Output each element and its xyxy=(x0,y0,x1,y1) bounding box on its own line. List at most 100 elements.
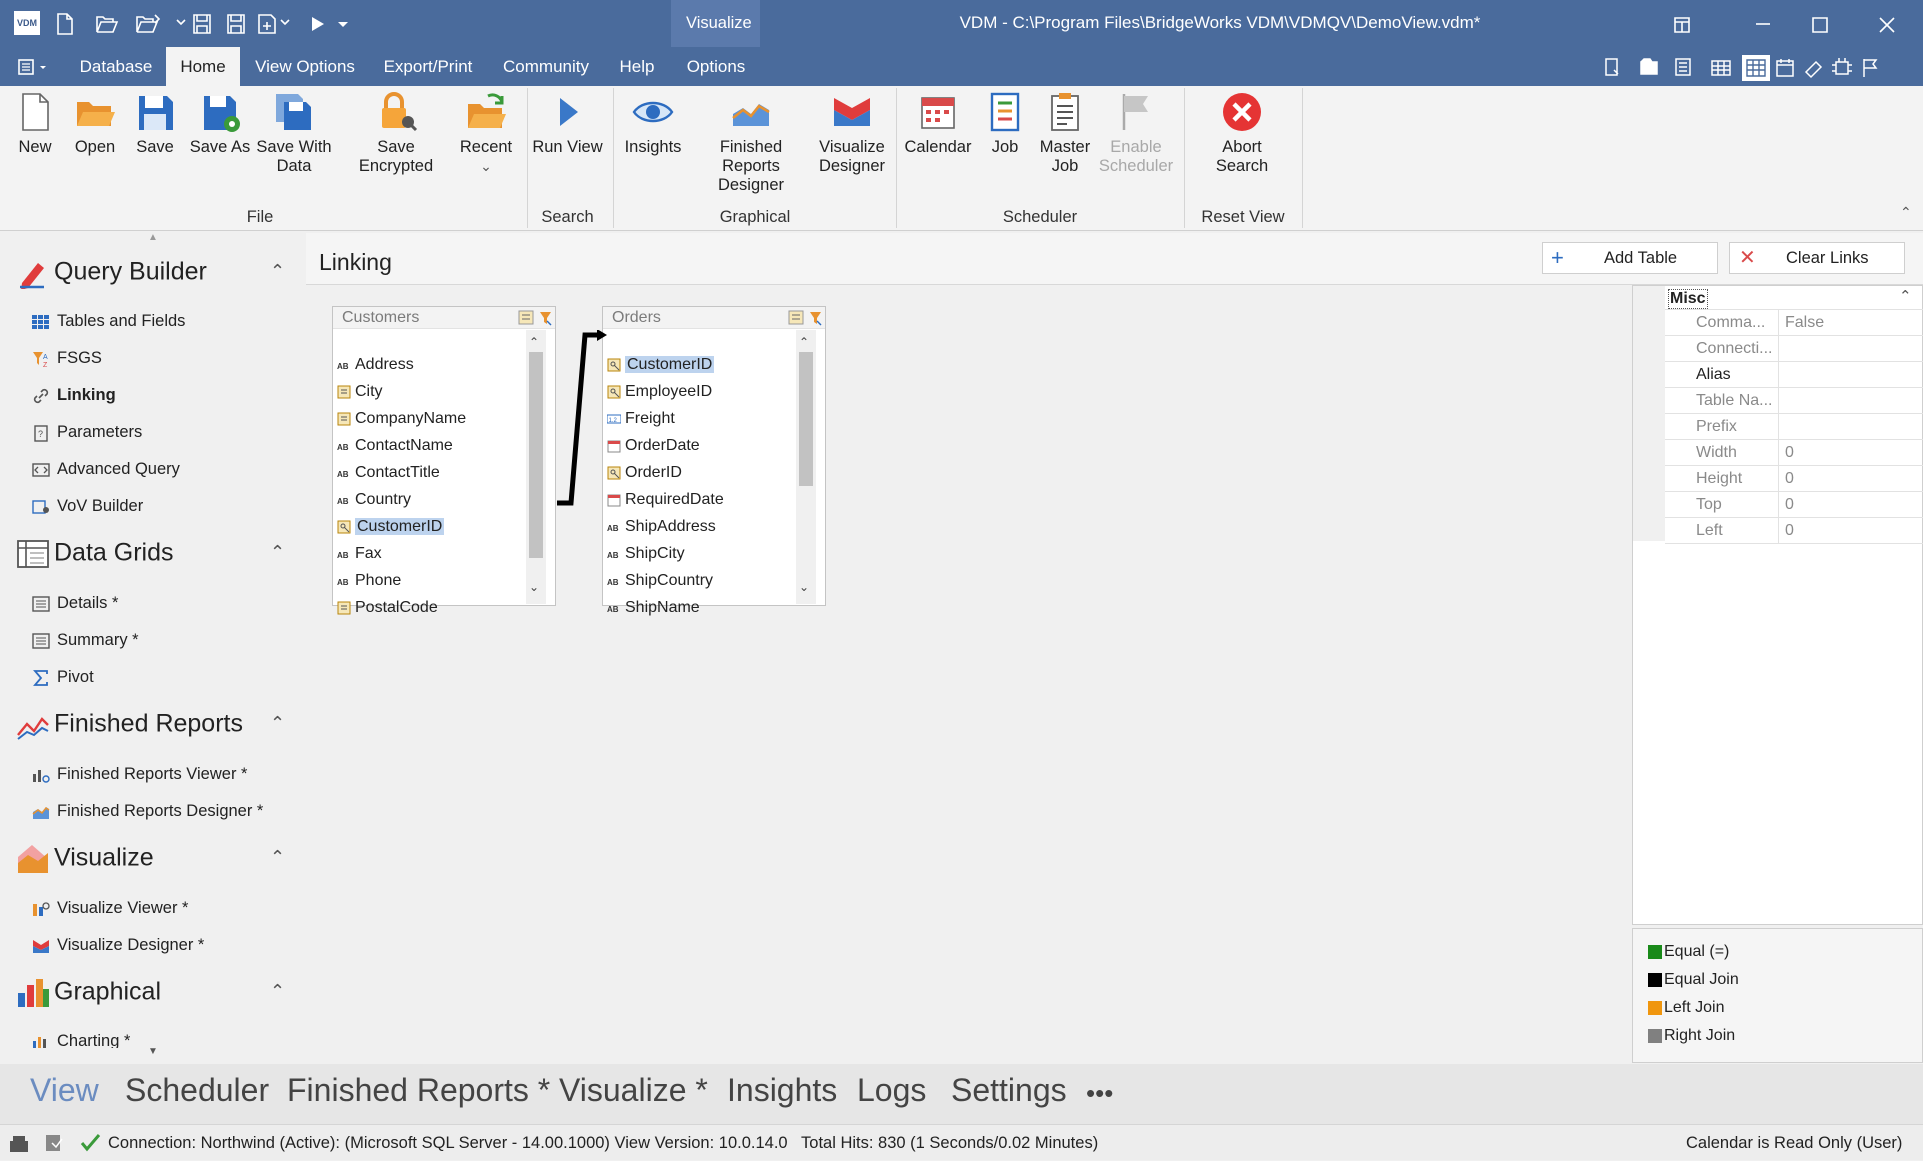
property-row[interactable]: Alias xyxy=(1665,362,1923,388)
nav-item-pivot[interactable]: Pivot xyxy=(32,668,94,687)
clear-links-button[interactable]: ✕ Clear Links xyxy=(1729,242,1905,274)
nav-section-graphical[interactable]: Graphical ⌃ xyxy=(16,977,285,1009)
tab-insights[interactable]: Insights xyxy=(727,1072,837,1109)
nav-section-visualize[interactable]: Visualize ⌃ xyxy=(16,843,285,875)
properties-category[interactable]: Misc ⌃ xyxy=(1665,286,1923,310)
scrollbar[interactable]: ⌃ ⌄ xyxy=(526,330,546,604)
nav-item-parameters[interactable]: ? Parameters xyxy=(32,423,142,442)
menu-home[interactable]: Home xyxy=(166,47,240,86)
table-field-row[interactable]: City xyxy=(337,379,383,404)
save-encrypted-button[interactable]: Save Encrypted xyxy=(338,90,454,176)
nav-item-finished-reports-designer[interactable]: Finished Reports Designer * xyxy=(32,802,263,821)
save-as-button[interactable]: Save As xyxy=(188,90,252,157)
property-row[interactable]: Top 0 xyxy=(1665,492,1923,518)
nav-item-visualize-viewer[interactable]: Visualize Viewer * xyxy=(32,899,188,918)
table-field-row[interactable]: EmployeeID xyxy=(607,379,712,404)
table-field-row[interactable]: AB ContactName xyxy=(337,433,453,458)
nav-item-linking[interactable]: Linking xyxy=(32,386,116,405)
table-field-row[interactable]: OrderDate xyxy=(607,433,700,458)
table-field-row[interactable]: RequiredDate xyxy=(607,487,724,512)
property-value[interactable]: 0 xyxy=(1785,518,1794,544)
table-options-icon[interactable] xyxy=(518,309,554,327)
menu-options[interactable]: Options xyxy=(680,47,752,86)
menu-database[interactable]: Database xyxy=(66,47,166,86)
nav-item-charting[interactable]: Charting * xyxy=(32,1032,130,1048)
enable-scheduler-button[interactable]: Enable Scheduler xyxy=(1098,90,1174,176)
scrollbar-thumb[interactable] xyxy=(799,352,813,486)
finished-reports-designer-button[interactable]: Finished Reports Designer xyxy=(690,90,812,195)
collapse-chevron-icon[interactable]: ⌃ xyxy=(270,542,285,563)
property-value[interactable]: False xyxy=(1785,310,1824,336)
tab-visualize[interactable]: Visualize * xyxy=(559,1072,708,1109)
open-button[interactable]: Open xyxy=(70,90,120,157)
join-link-line[interactable] xyxy=(555,330,610,510)
more-tabs-button[interactable]: ••• xyxy=(1086,1078,1113,1109)
table-field-row[interactable]: AB ShipName xyxy=(607,595,700,620)
table-field-row[interactable]: AB ShipAddress xyxy=(607,514,716,539)
property-value[interactable]: 0 xyxy=(1785,466,1794,492)
tab-finished-reports[interactable]: Finished Reports * xyxy=(287,1072,550,1109)
nav-item-summary[interactable]: Summary * xyxy=(32,631,139,650)
table-field-row[interactable]: AB ShipCity xyxy=(607,541,685,566)
collapse-chevron-icon[interactable]: ⌃ xyxy=(270,261,285,282)
visualize-designer-button[interactable]: Visualize Designer xyxy=(816,90,888,176)
scroll-down-icon[interactable]: ▼ xyxy=(148,1046,158,1057)
property-row[interactable]: Left 0 xyxy=(1665,518,1923,544)
property-value[interactable]: 0 xyxy=(1785,492,1794,518)
tab-view[interactable]: View xyxy=(30,1072,99,1109)
menu-help[interactable]: Help xyxy=(610,47,664,86)
nav-item-finished-reports-viewer[interactable]: Finished Reports Viewer * xyxy=(32,765,247,784)
menu-view-options[interactable]: View Options xyxy=(246,47,364,86)
table-options-icon[interactable] xyxy=(788,309,824,327)
property-row[interactable]: Table Na... xyxy=(1665,388,1923,414)
run-view-button[interactable]: Run View xyxy=(530,90,605,157)
nav-item-fsgs[interactable]: A Z FSGS xyxy=(32,349,102,368)
add-table-button[interactable]: + Add Table xyxy=(1542,242,1718,274)
property-row[interactable]: Comma... False xyxy=(1665,310,1923,336)
table-field-row[interactable]: AB Phone xyxy=(337,568,401,593)
table-field-row[interactable]: CustomerID xyxy=(337,514,445,539)
scroll-down-icon[interactable]: ⌄ xyxy=(799,580,809,594)
table-field-row[interactable]: AB ContactTitle xyxy=(337,460,440,485)
table-field-row[interactable]: 1.2 Freight xyxy=(607,406,675,431)
scrollbar[interactable]: ⌃ ⌄ xyxy=(796,330,816,604)
nav-item-visualize-designer[interactable]: Visualize Designer * xyxy=(32,936,204,955)
job-button[interactable]: Job xyxy=(980,90,1030,157)
nav-item-vov-builder[interactable]: VoV Builder xyxy=(32,497,143,516)
scroll-up-icon[interactable]: ▲ xyxy=(148,232,158,243)
collapse-ribbon-icon[interactable]: ⌃ xyxy=(1900,204,1912,221)
table-field-row[interactable]: AB Address xyxy=(337,352,414,377)
nav-item-tables-and-fields[interactable]: Tables and Fields xyxy=(32,312,185,331)
table-field-row[interactable]: AB Fax xyxy=(337,541,382,566)
insights-button[interactable]: Insights xyxy=(620,90,686,157)
calendar-button[interactable]: Calendar xyxy=(902,90,974,157)
master-job-button[interactable]: Master Job xyxy=(1036,90,1094,176)
scroll-up-icon[interactable]: ⌃ xyxy=(529,335,539,349)
abort-search-button[interactable]: Abort Search xyxy=(1200,90,1284,176)
layout-toolbar[interactable] xyxy=(1600,54,1920,82)
collapse-chevron-icon[interactable]: ⌃ xyxy=(270,713,285,734)
collapse-chevron-icon[interactable]: ⌃ xyxy=(270,847,285,868)
table-field-row[interactable]: PostalCode xyxy=(337,595,438,620)
nav-item-details[interactable]: Details * xyxy=(32,594,118,613)
table-field-row[interactable]: CustomerID xyxy=(607,352,715,377)
collapse-chevron-icon[interactable]: ⌃ xyxy=(1899,287,1912,305)
nav-section-finished-reports[interactable]: Finished Reports ⌃ xyxy=(16,709,285,741)
scroll-down-icon[interactable]: ⌄ xyxy=(529,580,539,594)
nav-section-data-grids[interactable]: Data Grids ⌃ xyxy=(16,538,285,570)
property-row[interactable]: Width 0 xyxy=(1665,440,1923,466)
property-row[interactable]: Connecti... xyxy=(1665,336,1923,362)
save-with-data-button[interactable]: Save With Data xyxy=(256,90,332,176)
save-button[interactable]: Save xyxy=(130,90,180,157)
property-value[interactable]: 0 xyxy=(1785,440,1794,466)
table-field-row[interactable]: CompanyName xyxy=(337,406,466,431)
tab-logs[interactable]: Logs xyxy=(857,1072,926,1109)
table-field-row[interactable]: OrderID xyxy=(607,460,682,485)
property-row[interactable]: Prefix xyxy=(1665,414,1923,440)
tab-scheduler[interactable]: Scheduler xyxy=(125,1072,269,1109)
tab-settings[interactable]: Settings xyxy=(951,1072,1067,1109)
recent-button[interactable]: Recent ⌄ xyxy=(458,90,514,176)
nav-item-advanced-query[interactable]: Advanced Query xyxy=(32,460,180,479)
app-menu-icon[interactable] xyxy=(18,57,52,77)
scroll-up-icon[interactable]: ⌃ xyxy=(799,335,809,349)
